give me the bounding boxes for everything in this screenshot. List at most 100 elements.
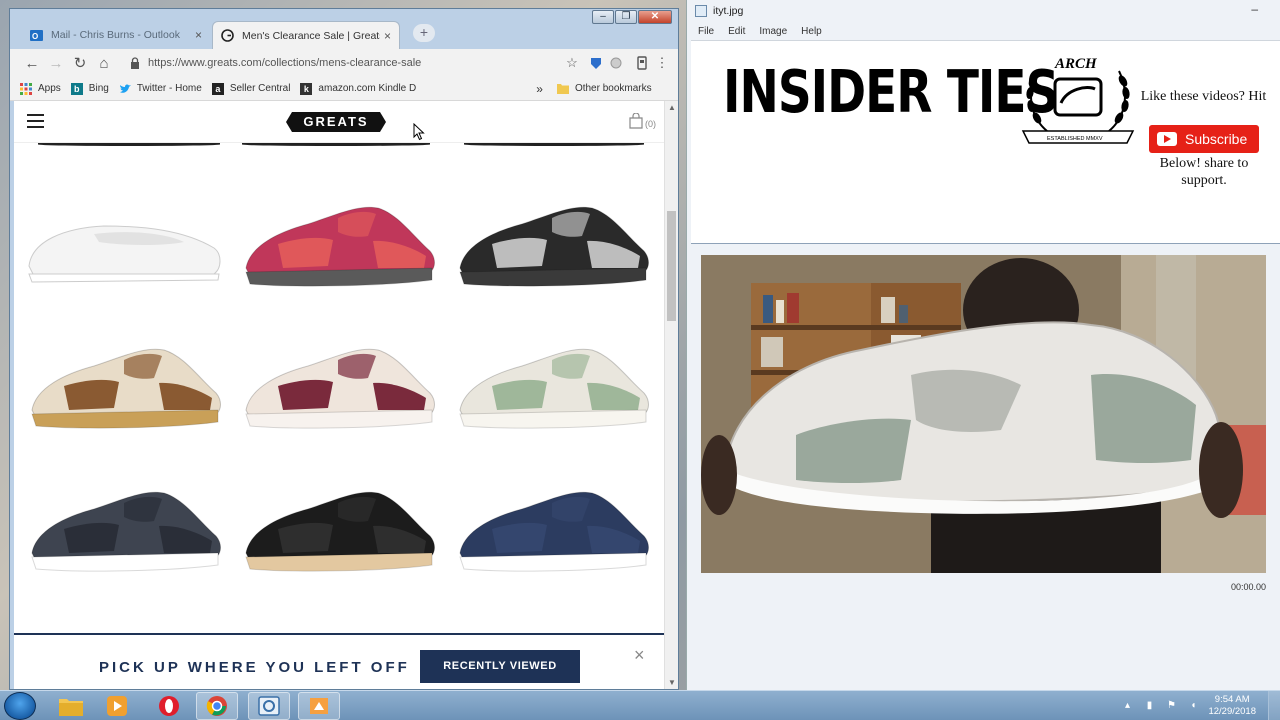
taskbar-clock[interactable]: 9:54 AM 12/29/2018 — [1208, 694, 1256, 718]
arch-logo-text: ARCH — [1054, 56, 1098, 72]
bookmark-seller-central[interactable]: a Seller Central — [211, 82, 290, 95]
network-icon[interactable]: ▮ — [1142, 700, 1156, 712]
greats-logo[interactable]: GREATS — [286, 112, 386, 132]
close-banner-icon[interactable]: × — [634, 645, 645, 666]
reload-icon[interactable]: ↻ — [68, 54, 92, 72]
bookmark-twitter[interactable]: Twitter - Home — [119, 83, 202, 95]
address-bar[interactable]: https://www.greats.com/collections/mens-… — [122, 51, 582, 75]
product-card-tan-brown-runner[interactable] — [24, 338, 224, 438]
apps-grid-icon — [20, 82, 32, 95]
arch-logo-ribbon-text: ESTABLISHED MMXV — [1047, 136, 1103, 142]
taskbar-photo-viewer[interactable] — [248, 692, 290, 720]
media-player-icon — [107, 696, 127, 716]
menu-help[interactable]: Help — [801, 26, 822, 37]
insider-ties-headline: INSIDER TIES — [723, 58, 1059, 127]
start-orb-icon[interactable] — [4, 692, 36, 720]
hamburger-menu-icon[interactable] — [27, 114, 44, 128]
extension-puzzle-icon[interactable] — [632, 53, 652, 73]
mouse-pointer-icon — [413, 123, 425, 141]
bookmark-label: Apps — [38, 83, 61, 94]
taskbar-explorer[interactable] — [50, 692, 92, 720]
menu-image[interactable]: Image — [759, 26, 787, 37]
extension-circle-icon[interactable] — [606, 53, 626, 73]
product-card-black-gum-runner[interactable] — [238, 481, 438, 581]
back-arrow-icon[interactable]: ← — [20, 55, 44, 72]
product-card-navy-runner[interactable] — [452, 481, 652, 581]
sneaker-image — [245, 206, 435, 287]
arch-laurel-logo: ESTABLISHED MMXV ARCH — [1021, 56, 1135, 144]
scrollbar-thumb[interactable] — [667, 211, 676, 321]
bookmark-kindle[interactable]: k amazon.com Kindle D — [300, 82, 417, 95]
cart-button[interactable]: (0) — [629, 113, 656, 129]
recently-viewed-button[interactable]: RECENTLY VIEWED — [420, 650, 580, 683]
amazon-icon: a — [211, 82, 224, 95]
clock-date: 12/29/2018 — [1208, 706, 1256, 717]
youtube-play-icon — [1157, 132, 1177, 146]
slideshow-app-icon — [310, 698, 328, 714]
previous-row-sliver — [464, 143, 644, 146]
new-tab-button[interactable]: + — [413, 24, 435, 42]
bookmark-star-icon[interactable]: ☆ — [562, 53, 582, 73]
minimize-button[interactable]: – — [1251, 2, 1258, 16]
url-text: https://www.greats.com/collections/mens-… — [148, 57, 422, 69]
product-card-charcoal-runner[interactable] — [24, 481, 224, 581]
menu-file[interactable]: File — [698, 26, 714, 37]
taskbar-opera[interactable] — [148, 692, 190, 720]
restore-button[interactable]: ❐ — [615, 10, 637, 24]
tray-expand-icon[interactable]: ▴ — [1120, 700, 1134, 712]
viewer-title: ityt.jpg — [713, 5, 744, 17]
insider-ties-thumbnail: INSIDER TIES ESTABLISHED MMXV ARCH Like … — [691, 40, 1280, 244]
product-card-pink-red-runner[interactable] — [238, 196, 438, 296]
action-center-flag-icon[interactable]: ⚑ — [1164, 700, 1178, 712]
sneaker-image — [31, 348, 221, 429]
home-icon[interactable]: ⌂ — [92, 55, 116, 72]
tab-greats-clearance[interactable]: Men's Clearance Sale | Greats × — [212, 21, 400, 49]
sneaker-image — [245, 491, 435, 572]
viewer-titlebar: ityt.jpg – — [687, 0, 1280, 22]
bookmark-bing[interactable]: b Bing — [70, 82, 109, 95]
greats-page: GREATS (0) PICK UP WHERE YOU LEFT OFF RE… — [14, 101, 664, 689]
bookmark-apps[interactable]: Apps — [20, 82, 61, 95]
extension-shield-icon[interactable] — [586, 53, 606, 73]
opera-icon — [159, 696, 179, 716]
cart-count: (0) — [645, 119, 656, 129]
taskbar-media-player[interactable] — [96, 692, 138, 720]
other-bookmarks[interactable]: Other bookmarks — [556, 83, 652, 95]
volume-icon[interactable]: ◖ — [1186, 700, 1200, 712]
page-scrollbar[interactable]: ▲ ▼ — [664, 101, 678, 689]
windows-taskbar: ▴ ▮ ⚑ ◖ 9:54 AM 12/29/2018 — [0, 690, 1280, 720]
image-file-icon — [695, 5, 707, 17]
taskbar-chrome[interactable] — [196, 692, 238, 720]
kindle-icon: k — [300, 82, 313, 95]
video-timecode: 00:00.00 — [1230, 582, 1266, 592]
greats-favicon-icon — [221, 29, 234, 42]
minimize-button[interactable]: – — [592, 10, 614, 24]
bing-icon: b — [70, 82, 83, 95]
taskbar-slideshow-app[interactable] — [298, 692, 340, 720]
tab-outlook-mail[interactable]: O Mail - Chris Burns - Outlook × — [22, 21, 210, 49]
system-tray: ▴ ▮ ⚑ ◖ 9:54 AM 12/29/2018 — [1120, 691, 1280, 720]
product-card-burgundy-cream-runner[interactable] — [238, 338, 438, 438]
forward-arrow-icon[interactable]: → — [44, 55, 68, 72]
folder-icon — [59, 699, 83, 716]
site-header: GREATS (0) — [14, 101, 664, 143]
show-desktop-button[interactable] — [1268, 691, 1280, 720]
menu-edit[interactable]: Edit — [728, 26, 745, 37]
bookmark-label: amazon.com Kindle D — [318, 83, 417, 94]
product-card-sage-cream-runner[interactable] — [452, 338, 652, 438]
browser-window: – ❐ ✕ O Mail - Chris Burns - Outlook × M… — [9, 8, 679, 690]
bookmarks-overflow-chevron[interactable]: » — [536, 82, 543, 96]
sneaker-image — [245, 348, 435, 429]
close-tab-icon[interactable]: × — [384, 29, 391, 43]
below-share-text: Below! share to support. — [1159, 156, 1249, 188]
webcam-scene-image — [701, 255, 1266, 573]
close-tab-icon[interactable]: × — [195, 28, 202, 42]
product-card-black-grey-runner[interactable] — [452, 196, 652, 296]
product-card-white-slip-on[interactable] — [24, 196, 224, 296]
menu-dots-icon[interactable]: ⋮ — [652, 53, 672, 73]
close-window-button[interactable]: ✕ — [638, 10, 672, 24]
scroll-up-arrow-icon[interactable]: ▲ — [668, 103, 676, 112]
scroll-down-arrow-icon[interactable]: ▼ — [668, 678, 676, 687]
recently-viewed-banner: PICK UP WHERE YOU LEFT OFF RECENTLY VIEW… — [14, 633, 664, 689]
twitter-icon — [119, 83, 131, 95]
